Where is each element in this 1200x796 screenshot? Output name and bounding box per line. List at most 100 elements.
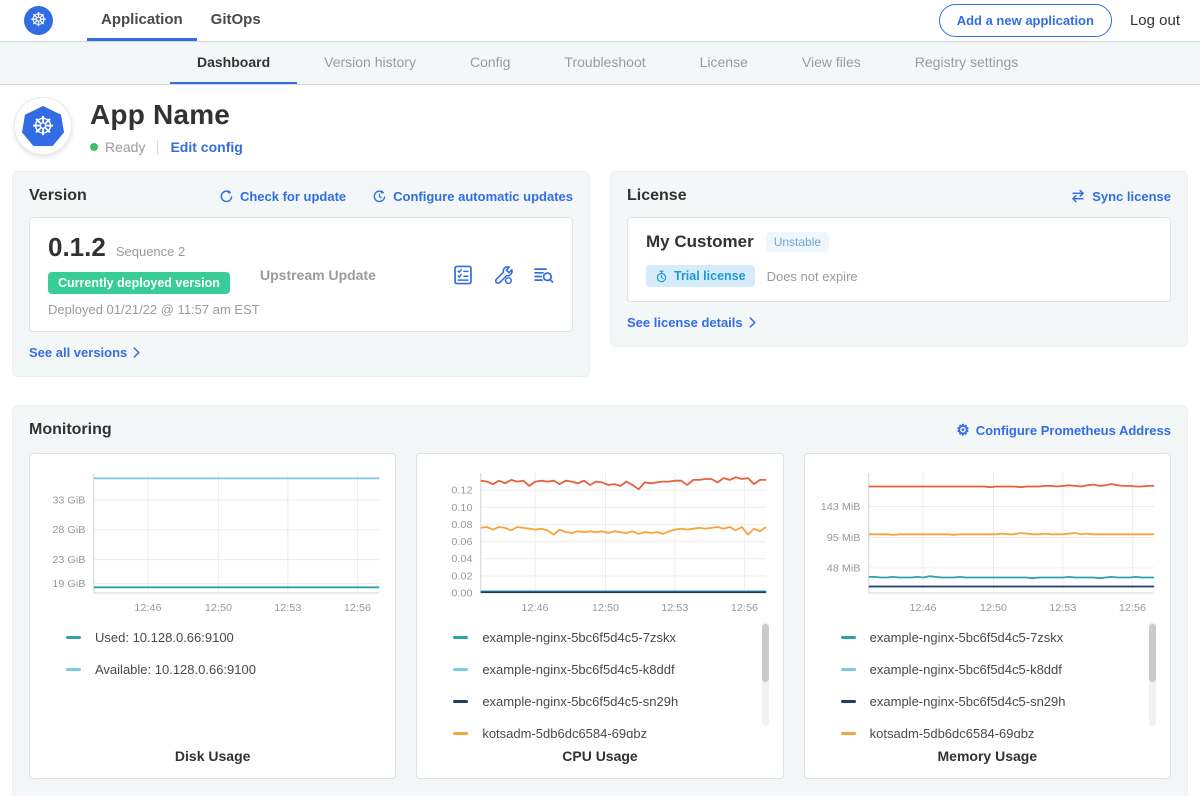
chevron-right-icon — [749, 317, 756, 328]
legend-scrollbar-thumb[interactable] — [762, 624, 769, 682]
preflight-checks-button[interactable] — [492, 264, 514, 286]
subnav-tab-config[interactable]: Config — [443, 42, 537, 84]
version-panel: Version Check for update Configure autom… — [12, 171, 590, 377]
svg-text:12:56: 12:56 — [731, 602, 758, 614]
version-source: Upstream Update — [260, 267, 452, 283]
memory-usage-chart-title: Memory Usage — [815, 748, 1160, 764]
svg-text:12:50: 12:50 — [980, 602, 1007, 614]
schedule-icon — [372, 189, 387, 204]
legend-label: example-nginx-5bc6f5d4c5-sn29h — [482, 694, 678, 709]
legend-item: example-nginx-5bc6f5d4c5-k8ddf — [841, 662, 1140, 677]
version-panel-title: Version — [29, 187, 87, 205]
memory-usage-chart-card: 143 MiB95 MiB48 MiB12:4612:5012:5312:56 … — [804, 453, 1171, 779]
legend-item: kotsadm-5db6dc6584-69qbz — [841, 726, 1140, 738]
monitoring-panel: Monitoring ⚙ Configure Prometheus Addres… — [12, 405, 1188, 796]
sync-icon — [1070, 189, 1086, 203]
svg-text:0.04: 0.04 — [452, 553, 473, 565]
edit-config-link[interactable]: Edit config — [170, 139, 242, 155]
view-logs-button[interactable] — [532, 264, 554, 286]
legend-item: example-nginx-5bc6f5d4c5-k8ddf — [453, 662, 752, 677]
license-type-badge: Trial license — [646, 265, 755, 287]
configure-prometheus-link[interactable]: ⚙ Configure Prometheus Address — [956, 423, 1171, 438]
svg-text:12:50: 12:50 — [205, 602, 232, 614]
version-sequence: Sequence 2 — [116, 244, 185, 259]
legend-item: example-nginx-5bc6f5d4c5-sn29h — [453, 694, 752, 709]
svg-text:12:56: 12:56 — [1119, 602, 1146, 614]
tab-application[interactable]: Application — [87, 0, 197, 41]
svg-text:23 GiB: 23 GiB — [52, 554, 85, 566]
deployed-version-badge: Currently deployed version — [48, 272, 230, 294]
svg-text:12:53: 12:53 — [274, 602, 301, 614]
brand-logo[interactable]: ☸ — [24, 0, 53, 41]
license-type-label: Trial license — [674, 269, 746, 283]
license-card: My Customer Unstable Trial license Does … — [627, 217, 1171, 302]
legend-label: Used: 10.128.0.66:9100 — [95, 630, 234, 645]
svg-text:48 MiB: 48 MiB — [826, 562, 860, 574]
memory-usage-chart: 143 MiB95 MiB48 MiB12:4612:5012:5312:56 — [815, 464, 1160, 616]
subnav-tab-troubleshoot[interactable]: Troubleshoot — [537, 42, 672, 84]
legend-label: kotsadm-5db6dc6584-69qbz — [482, 726, 647, 738]
checklist-icon — [452, 264, 474, 286]
svg-text:0.02: 0.02 — [452, 571, 473, 583]
see-all-versions-link[interactable]: See all versions — [29, 345, 140, 360]
disk-usage-chart-card: 33 GiB28 GiB23 GiB19 GiB12:4612:5012:531… — [29, 453, 396, 779]
svg-text:12:56: 12:56 — [344, 602, 371, 614]
disk-usage-chart-title: Disk Usage — [40, 748, 385, 764]
top-nav-tabs: Application GitOps — [87, 0, 275, 41]
wrench-gear-icon — [492, 264, 514, 286]
legend-item: Available: 10.128.0.66:9100 — [66, 662, 365, 677]
legend-color-dash — [841, 636, 856, 639]
svg-text:0.06: 0.06 — [452, 536, 473, 548]
subnav-tab-registry-settings[interactable]: Registry settings — [888, 42, 1045, 84]
release-notes-button[interactable] — [452, 264, 474, 286]
page-title: App Name — [90, 99, 243, 131]
cpu-usage-chart-card: 0.120.100.080.060.040.020.0012:4612:5012… — [416, 453, 783, 779]
see-all-versions-label: See all versions — [29, 345, 127, 360]
legend-color-dash — [453, 636, 468, 639]
legend-label: kotsadm-5db6dc6584-69qbz — [870, 726, 1035, 738]
check-for-update-link[interactable]: Check for update — [219, 189, 346, 204]
legend-color-dash — [66, 668, 81, 671]
check-for-update-label: Check for update — [240, 189, 346, 204]
current-version-card: 0.1.2 Sequence 2 Currently deployed vers… — [29, 217, 573, 332]
subnav-tab-license[interactable]: License — [673, 42, 775, 84]
legend-color-dash — [841, 668, 856, 671]
legend-label: example-nginx-5bc6f5d4c5-7zskx — [482, 630, 676, 645]
legend-color-dash — [453, 732, 468, 735]
svg-text:12:53: 12:53 — [1049, 602, 1076, 614]
refresh-icon — [219, 189, 234, 204]
svg-text:12:46: 12:46 — [522, 602, 549, 614]
log-search-icon — [532, 264, 554, 286]
status-text: Ready — [105, 139, 145, 155]
app-avatar: ☸ — [14, 97, 72, 155]
svg-text:28 GiB: 28 GiB — [52, 524, 85, 536]
stopwatch-icon — [655, 270, 668, 283]
legend-color-dash — [453, 668, 468, 671]
legend-scrollbar-thumb[interactable] — [1149, 624, 1156, 682]
sync-license-link[interactable]: Sync license — [1070, 189, 1171, 204]
configure-automatic-updates-label: Configure automatic updates — [393, 189, 573, 204]
legend-label: example-nginx-5bc6f5d4c5-sn29h — [870, 694, 1066, 709]
svg-text:33 GiB: 33 GiB — [52, 495, 85, 507]
svg-text:12:53: 12:53 — [662, 602, 689, 614]
disk-usage-legend: Used: 10.128.0.66:9100 Available: 10.128.… — [40, 616, 385, 738]
memory-usage-legend: example-nginx-5bc6f5d4c5-7zskxexample-ng… — [815, 616, 1160, 738]
subnav-tab-version-history[interactable]: Version history — [297, 42, 443, 84]
svg-text:143 MiB: 143 MiB — [820, 501, 860, 513]
add-application-button[interactable]: Add a new application — [939, 4, 1112, 37]
tab-gitops[interactable]: GitOps — [197, 0, 275, 41]
disk-usage-chart: 33 GiB28 GiB23 GiB19 GiB12:4612:5012:531… — [40, 464, 385, 616]
subnav-tab-view-files[interactable]: View files — [775, 42, 888, 84]
chevron-right-icon — [133, 347, 140, 358]
configure-automatic-updates-link[interactable]: Configure automatic updates — [372, 189, 573, 204]
kubernetes-icon: ☸ — [22, 106, 64, 146]
legend-color-dash — [66, 636, 81, 639]
subnav-tab-dashboard[interactable]: Dashboard — [170, 42, 297, 84]
legend-label: Available: 10.128.0.66:9100 — [95, 662, 256, 677]
legend-color-dash — [453, 700, 468, 703]
see-license-details-link[interactable]: See license details — [627, 315, 756, 330]
svg-text:12:46: 12:46 — [134, 602, 161, 614]
cpu-usage-legend: example-nginx-5bc6f5d4c5-7zskx example-ng… — [427, 616, 772, 738]
logout-button[interactable]: Log out — [1130, 12, 1180, 29]
customer-name: My Customer — [646, 232, 754, 252]
